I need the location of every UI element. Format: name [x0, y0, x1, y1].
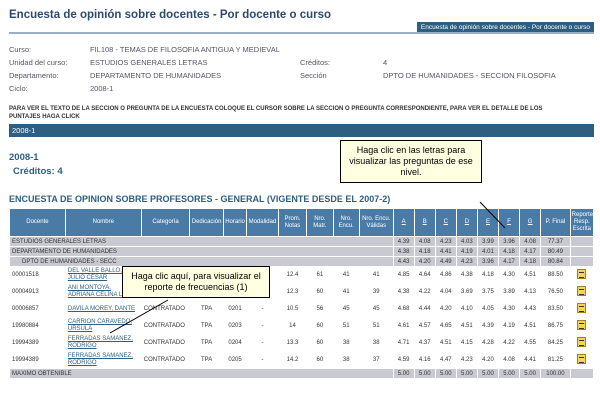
frequencies-callout: Haga clic aquí, para visualizar el repor…	[122, 266, 270, 298]
callout-pointers	[109, 201, 506, 334]
letters-callout: Haga clic en las letras para visualizar …	[340, 140, 482, 183]
